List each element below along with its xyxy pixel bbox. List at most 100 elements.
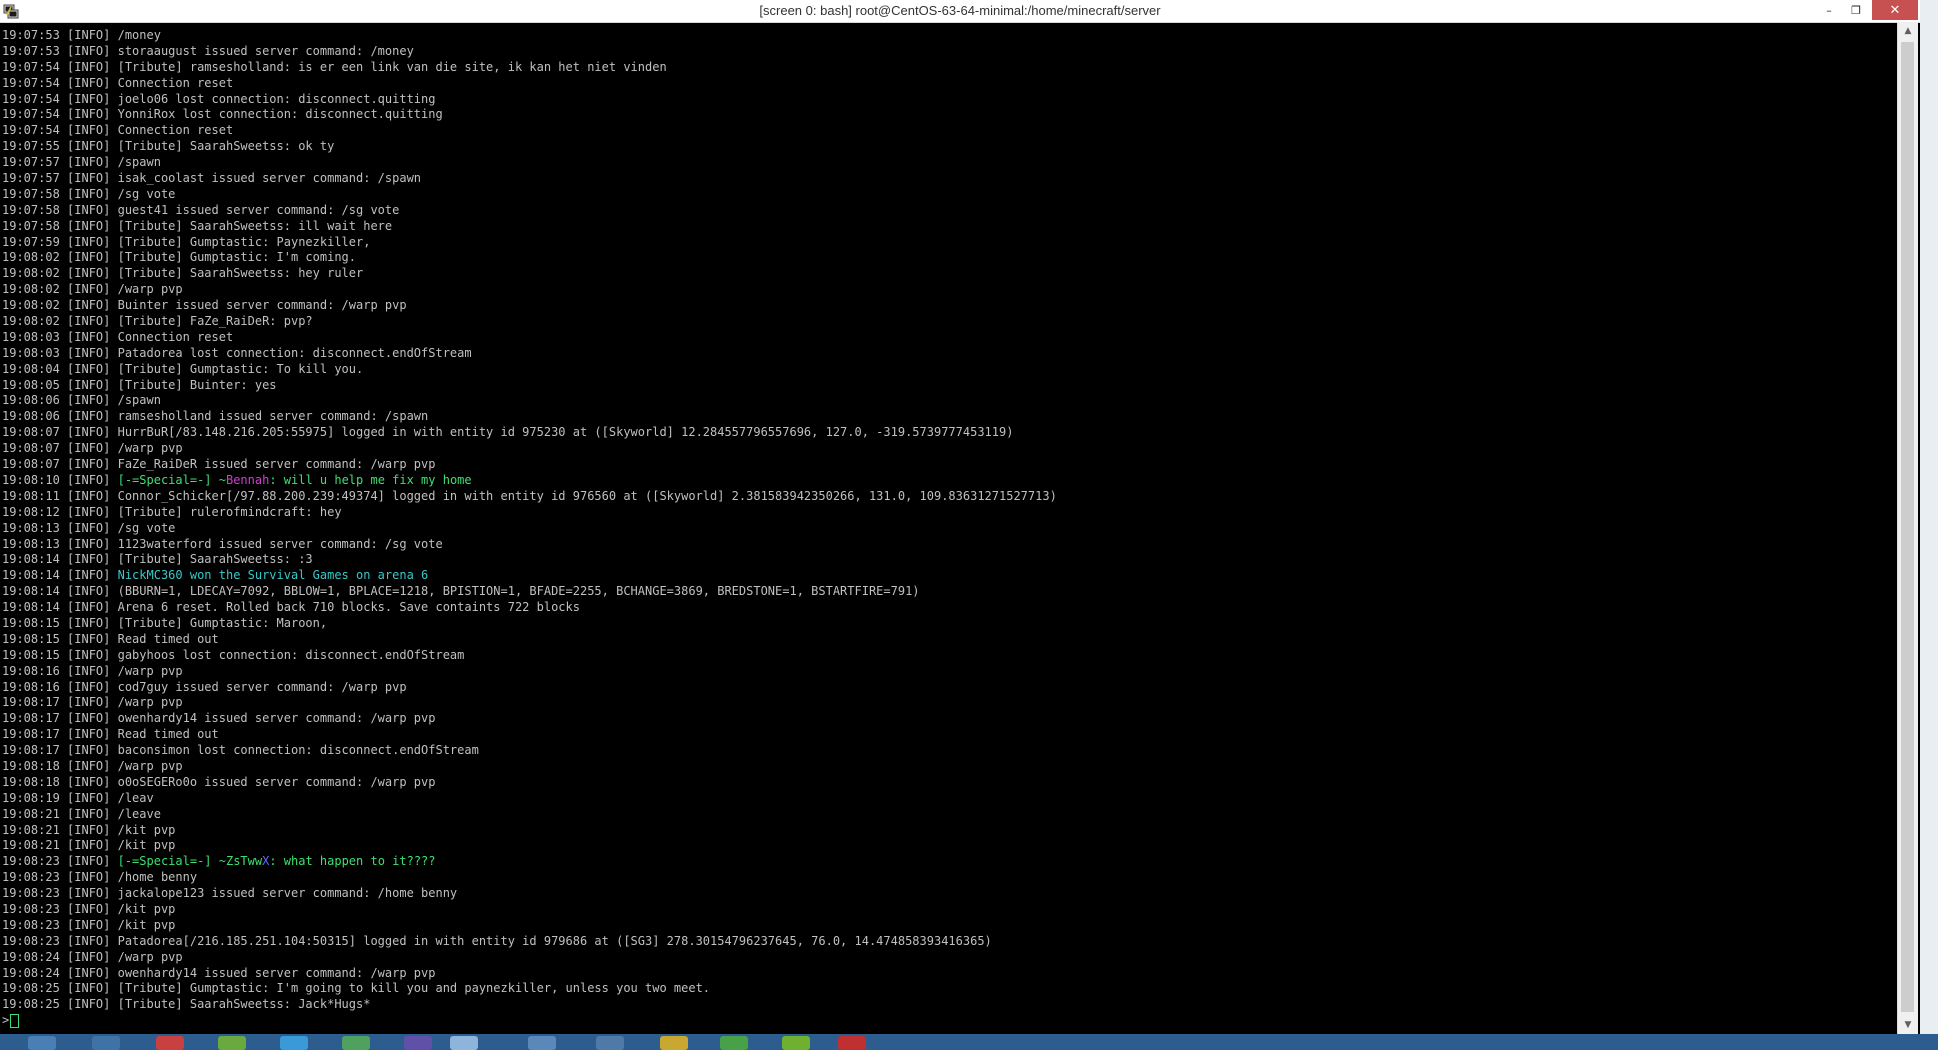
taskbar-app-icon[interactable] (280, 1036, 308, 1050)
log-line: 19:07:54 [INFO] Connection reset (2, 75, 234, 90)
log-line: 19:08:04 [INFO] [Tribute] Gumptastic: To… (2, 361, 364, 376)
taskbar-putty-icon[interactable] (450, 1036, 478, 1050)
log-line: 19:07:54 [INFO] Connection reset (2, 123, 234, 138)
log-line: 19:07:59 [INFO] [Tribute] Gumptastic: Pa… (2, 234, 371, 249)
log-line: 19:08:12 [INFO] [Tribute] rulerofmindcra… (2, 504, 342, 519)
taskbar-app-icon[interactable] (218, 1036, 246, 1050)
log-line: 19:07:58 [INFO] guest41 issued server co… (2, 202, 400, 217)
log-line: 19:08:02 [INFO] [Tribute] SaarahSweetss:… (2, 266, 364, 281)
log-line: 19:08:14 [INFO] (BBURN=1, LDECAY=7092, B… (2, 584, 920, 599)
log-line: 19:08:23 [INFO] /kit pvp (2, 901, 176, 916)
taskbar-app-icon[interactable] (28, 1036, 56, 1050)
log-line: 19:08:07 [INFO] /warp pvp (2, 441, 183, 456)
log-prefix: 19:08:10 [INFO] (2, 472, 118, 487)
scroll-thumb[interactable] (1901, 42, 1914, 1012)
taskbar-app-icon[interactable] (528, 1036, 556, 1050)
log-line: 19:08:11 [INFO] Connor_Schicker[/97.88.2… (2, 488, 1057, 503)
scroll-up-arrow-icon[interactable]: ▲ (1898, 22, 1918, 40)
log-line: 19:07:58 [INFO] [Tribute] SaarahSweetss:… (2, 218, 393, 233)
log-line: 19:07:54 [INFO] joelo06 lost connection:… (2, 91, 436, 106)
title-bar[interactable]: [screen 0: bash] root@CentOS-63-64-minim… (0, 0, 1920, 23)
log-line: 19:08:07 [INFO] HurrBuR[/83.148.216.205:… (2, 425, 1014, 440)
log-line: 19:08:17 [INFO] owenhardy14 issued serve… (2, 711, 436, 726)
taskbar-app-icon[interactable] (660, 1036, 688, 1050)
log-line: 19:07:53 [INFO] storaaugust issued serve… (2, 43, 414, 58)
taskbar-app-icon[interactable] (720, 1036, 748, 1050)
log-line: 19:08:06 [INFO] /spawn (2, 393, 161, 408)
player-name: Bennah (225, 472, 270, 487)
log-line: 19:08:15 [INFO] gabyhoos lost connection… (2, 647, 465, 662)
log-line: 19:07:54 [INFO] YonniRox lost connection… (2, 107, 443, 122)
log-line: 19:08:21 [INFO] /leave (2, 806, 161, 821)
log-line: 19:08:02 [INFO] Buinter issued server co… (2, 298, 407, 313)
log-line: 19:08:16 [INFO] /warp pvp (2, 663, 183, 678)
log-line: 19:08:13 [INFO] 1123waterford issued ser… (2, 536, 443, 551)
taskbar-app-icon[interactable] (596, 1036, 624, 1050)
log-line: 19:08:02 [INFO] [Tribute] Gumptastic: I'… (2, 250, 357, 265)
log-line: 19:08:13 [INFO] /sg vote (2, 520, 176, 535)
log-line: 19:08:24 [INFO] /warp pvp (2, 949, 183, 964)
taskbar-app-icon[interactable] (156, 1036, 184, 1050)
log-line: 19:08:23 [INFO] jackalope123 issued serv… (2, 886, 458, 901)
special-tag: [-=Special=-] ~ (117, 472, 226, 487)
log-line: 19:08:25 [INFO] [Tribute] Gumptastic: I'… (2, 981, 711, 996)
taskbar (0, 1034, 1938, 1050)
log-line: 19:07:54 [INFO] [Tribute] ramsesholland:… (2, 59, 667, 74)
log-line: 19:08:21 [INFO] /kit pvp (2, 838, 176, 853)
log-line: 19:08:19 [INFO] /leav (2, 790, 154, 805)
restore-button[interactable]: ❐ (1843, 0, 1869, 20)
background-window-edge (1920, 0, 1938, 1050)
log-line: 19:08:18 [INFO] o0oSEGERo0o issued serve… (2, 774, 436, 789)
log-line: 19:07:57 [INFO] /spawn (2, 155, 161, 170)
log-line-special-chat: 19:08:23 [INFO] [-=Special=-] ~ZsTwwX: w… (2, 854, 1897, 870)
broadcast-message: NickMC360 won the Survival Games on aren… (117, 568, 429, 583)
close-button[interactable]: ✕ (1872, 0, 1918, 20)
terminal-window: [screen 0: bash] root@CentOS-63-64-minim… (0, 0, 1920, 1050)
log-line-game-won: 19:08:14 [INFO] NickMC360 won the Surviv… (2, 568, 1897, 584)
log-line: 19:08:02 [INFO] [Tribute] FaZe_RaiDeR: p… (2, 314, 313, 329)
log-prefix: 19:08:14 [INFO] (2, 568, 118, 583)
log-line: 19:08:23 [INFO] /home benny (2, 870, 198, 885)
player-name-part: ZsTww (225, 854, 263, 869)
log-line-special-chat: 19:08:10 [INFO] [-=Special=-] ~Bennah: w… (2, 473, 1897, 489)
log-line: 19:08:06 [INFO] ramsesholland issued ser… (2, 409, 429, 424)
log-prefix: 19:08:23 [INFO] (2, 854, 118, 869)
log-line: 19:08:17 [INFO] baconsimon lost connecti… (2, 743, 479, 758)
special-tag: [-=Special=-] ~ (117, 854, 226, 869)
vertical-scrollbar[interactable]: ▲ ▼ (1897, 22, 1918, 1034)
taskbar-app-icon[interactable] (342, 1036, 370, 1050)
log-line: 19:08:05 [INFO] [Tribute] Buinter: yes (2, 377, 277, 392)
log-line: 19:07:53 [INFO] /money (2, 28, 161, 42)
log-line: 19:07:58 [INFO] /sg vote (2, 186, 176, 201)
log-line: 19:08:18 [INFO] /warp pvp (2, 758, 183, 773)
log-line: 19:08:14 [INFO] [Tribute] SaarahSweetss:… (2, 552, 313, 567)
log-line: 19:08:24 [INFO] owenhardy14 issued serve… (2, 965, 436, 980)
log-line: 19:08:17 [INFO] Read timed out (2, 727, 219, 742)
log-line: 19:08:02 [INFO] /warp pvp (2, 282, 183, 297)
log-line: 19:08:14 [INFO] Arena 6 reset. Rolled ba… (2, 600, 580, 615)
console-prompt[interactable]: > (2, 1013, 1897, 1029)
log-line: 19:07:57 [INFO] isak_coolast issued serv… (2, 171, 422, 186)
log-line: 19:07:55 [INFO] [Tribute] SaarahSweetss:… (2, 139, 335, 154)
log-line: 19:08:25 [INFO] [Tribute] SaarahSweetss:… (2, 997, 371, 1012)
log-line: 19:08:23 [INFO] Patadorea[/216.185.251.1… (2, 933, 992, 948)
taskbar-app-icon[interactable] (838, 1036, 866, 1050)
scroll-down-arrow-icon[interactable]: ▼ (1898, 1016, 1918, 1034)
chat-message: : what happen to it???? (269, 854, 436, 869)
minimize-button[interactable]: – (1816, 0, 1842, 20)
log-line: 19:08:03 [INFO] Connection reset (2, 329, 234, 344)
log-line: 19:08:07 [INFO] FaZe_RaiDeR issued serve… (2, 457, 436, 472)
prompt-symbol: > (2, 1013, 10, 1028)
log-line: 19:08:23 [INFO] /kit pvp (2, 917, 176, 932)
taskbar-app-icon[interactable] (92, 1036, 120, 1050)
text-cursor (10, 1013, 20, 1028)
log-line: 19:08:17 [INFO] /warp pvp (2, 695, 183, 710)
log-line: 19:08:03 [INFO] Patadorea lost connectio… (2, 345, 472, 360)
window-title: [screen 0: bash] root@CentOS-63-64-minim… (759, 3, 1161, 18)
log-line: 19:08:15 [INFO] Read timed out (2, 631, 219, 646)
terminal-output[interactable]: 19:07:53 [INFO] /money 19:07:53 [INFO] st… (0, 28, 1897, 1034)
log-line: 19:08:16 [INFO] cod7guy issued server co… (2, 679, 407, 694)
taskbar-app-icon[interactable] (404, 1036, 432, 1050)
log-line: 19:08:15 [INFO] [Tribute] Gumptastic: Ma… (2, 615, 328, 630)
taskbar-app-icon[interactable] (782, 1036, 810, 1050)
